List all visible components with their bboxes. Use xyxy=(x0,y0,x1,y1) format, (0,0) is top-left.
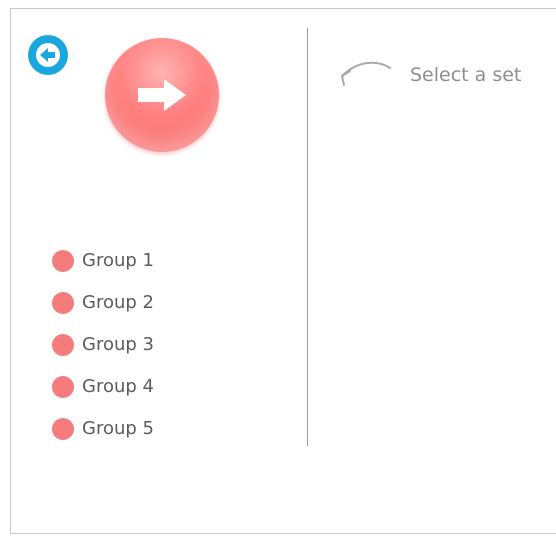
group-item-2[interactable]: Group 2 xyxy=(52,282,154,324)
panel-divider xyxy=(307,28,308,446)
group-bullet-icon xyxy=(52,334,74,356)
group-bullet-icon xyxy=(52,292,74,314)
select-set-hint: Select a set xyxy=(330,58,521,92)
group-label: Group 4 xyxy=(82,376,154,397)
arrow-right-icon xyxy=(138,79,186,111)
group-item-5[interactable]: Group 5 xyxy=(52,408,154,450)
curved-arrow-left-icon xyxy=(341,61,391,86)
group-label: Group 1 xyxy=(82,250,154,271)
hint-text: Select a set xyxy=(410,64,522,86)
group-item-4[interactable]: Group 4 xyxy=(52,366,154,408)
play-button[interactable] xyxy=(105,38,219,152)
group-label: Group 2 xyxy=(82,292,154,313)
group-bullet-icon xyxy=(52,250,74,272)
group-item-3[interactable]: Group 3 xyxy=(52,324,154,366)
group-bullet-icon xyxy=(52,418,74,440)
back-button[interactable] xyxy=(28,35,68,75)
arrow-left-icon xyxy=(36,43,60,67)
group-label: Group 3 xyxy=(82,334,154,355)
group-label: Group 5 xyxy=(82,418,154,439)
group-list: Group 1 Group 2 Group 3 Group 4 Group 5 xyxy=(52,240,154,450)
group-item-1[interactable]: Group 1 xyxy=(52,240,154,282)
group-bullet-icon xyxy=(52,376,74,398)
